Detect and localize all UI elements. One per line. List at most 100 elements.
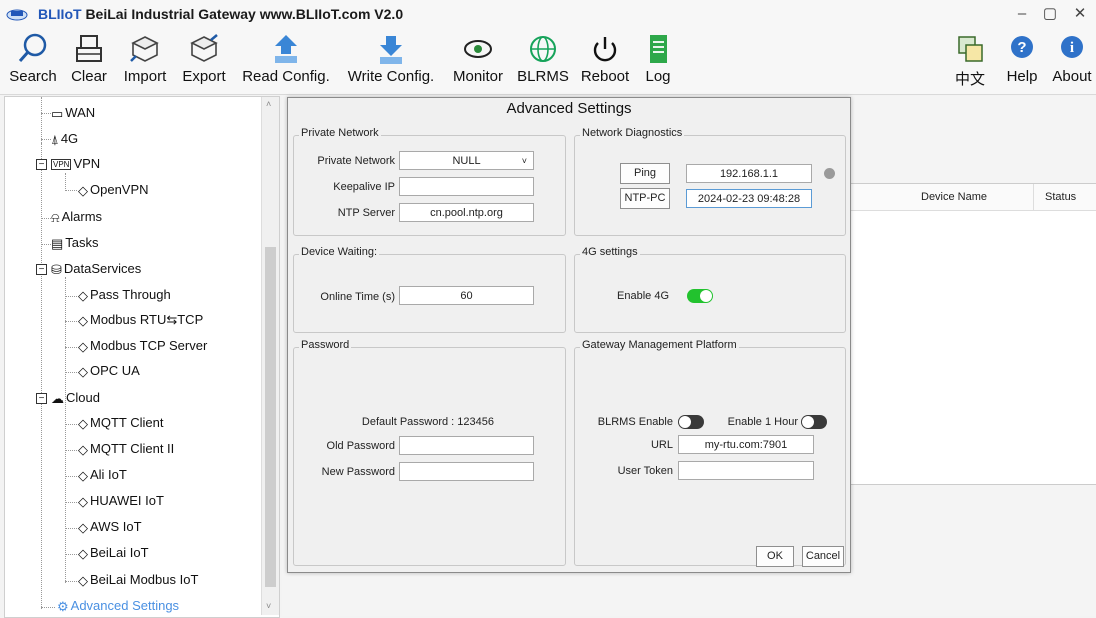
online-time-label: Online Time (s): [320, 291, 395, 303]
monitor-icon: [464, 40, 492, 58]
minimize-icon[interactable]: –: [1012, 4, 1032, 24]
user-token-label: User Token: [617, 465, 673, 477]
monitor-button[interactable]: Monitor: [446, 32, 510, 92]
col-device-name[interactable]: Device Name: [921, 191, 987, 203]
tree-item-opc-ua[interactable]: ◇ OPC UA: [78, 363, 140, 380]
cube-icon: ◇: [78, 312, 88, 328]
info-icon: i: [1061, 36, 1083, 58]
collapse-dataservices-icon[interactable]: −: [36, 264, 47, 275]
new-password-label: New Password: [321, 466, 395, 478]
clear-button[interactable]: Clear: [66, 32, 112, 92]
ping-target-input[interactable]: 192.168.1.1: [686, 164, 812, 183]
tree-item-pass-through[interactable]: ◇ Pass Through: [78, 287, 171, 304]
log-icon: [650, 35, 667, 63]
import-button[interactable]: Import: [118, 32, 172, 92]
write-config-button[interactable]: Write Config.: [340, 32, 442, 92]
old-password-input[interactable]: [399, 436, 534, 455]
collapse-cloud-icon[interactable]: −: [36, 393, 47, 404]
import-label: Import: [123, 68, 167, 85]
tree-label: MQTT Client: [90, 415, 164, 430]
restore-icon[interactable]: ▢: [1040, 4, 1060, 24]
device-waiting-group: Device Waiting: Online Time (s) 60: [293, 246, 566, 333]
search-label: Search: [9, 68, 57, 85]
tree-item-cloud[interactable]: ☁ Cloud: [51, 390, 100, 407]
cancel-button[interactable]: Cancel: [802, 546, 844, 567]
online-time-input[interactable]: 60: [399, 286, 534, 305]
ok-button[interactable]: OK: [756, 546, 794, 567]
tree-item-advanced-settings[interactable]: ⚙ Advanced Settings: [57, 598, 179, 615]
enable-1-hour-label: Enable 1 Hour: [727, 416, 798, 428]
window-title-text: BeiLai Industrial Gateway www.BLIIoT.com…: [85, 6, 404, 22]
reboot-button[interactable]: Reboot: [576, 32, 634, 92]
enable-1-hour-toggle[interactable]: [801, 415, 827, 429]
svg-text:?: ?: [1017, 39, 1026, 56]
cloud-icon: ☁: [51, 390, 64, 406]
export-button[interactable]: Export: [176, 32, 232, 92]
ntp-server-label: NTP Server: [337, 207, 395, 219]
ntp-pc-time-input[interactable]: 2024-02-23 09:48:28: [686, 189, 812, 208]
monitor-label: Monitor: [452, 68, 504, 85]
tree-item-beilai-iot[interactable]: ◇ BeiLai IoT: [78, 545, 149, 562]
blrms-enable-label: BLRMS Enable: [597, 416, 673, 428]
collapse-vpn-icon[interactable]: −: [36, 159, 47, 170]
ping-button[interactable]: Ping: [620, 163, 670, 184]
tree-label: OPC UA: [90, 363, 140, 378]
url-input[interactable]: my-rtu.com:7901: [678, 435, 814, 454]
tree-scrollbar-thumb[interactable]: [265, 247, 276, 587]
tree-label: WAN: [65, 105, 96, 120]
export-icon: [190, 34, 218, 62]
blrms-button[interactable]: BLRMS: [514, 32, 572, 92]
tree-item-4g[interactable]: ⍋ 4G: [51, 131, 78, 148]
tree-item-mqtt-client[interactable]: ◇ MQTT Client: [78, 415, 163, 432]
about-button[interactable]: i About: [1048, 32, 1096, 92]
private-network-value: NULL: [452, 155, 481, 167]
private-network-select[interactable]: NULL ˅: [399, 151, 534, 170]
tree-item-dataservices[interactable]: ⛁ DataServices: [51, 261, 141, 278]
group-title: Network Diagnostics: [580, 127, 685, 139]
private-network-group: Private Network Private Network NULL ˅ Ke…: [293, 127, 566, 236]
password-group: Password Default Password : 123456 Old P…: [293, 339, 566, 566]
help-button[interactable]: ? Help: [1002, 32, 1042, 92]
tree-label: AWS IoT: [90, 519, 142, 534]
tree-item-openvpn[interactable]: ◇ OpenVPN: [78, 182, 149, 199]
tree-item-wan[interactable]: ▭ WAN: [51, 105, 95, 122]
tasks-icon: ▤: [51, 235, 64, 251]
default-password-text: Default Password : 123456: [361, 416, 494, 428]
cube-icon: ◇: [78, 467, 88, 483]
cube-icon: ◇: [78, 287, 88, 303]
tree-item-aws-iot[interactable]: ◇ AWS IoT: [78, 519, 142, 536]
tree-label: HUAWEI IoT: [90, 493, 164, 508]
col-status[interactable]: Status: [1045, 191, 1076, 203]
scroll-up-icon[interactable]: ˄: [266, 99, 271, 109]
clear-icon: [76, 35, 102, 62]
scroll-down-icon[interactable]: ˅: [266, 601, 271, 611]
tree-item-alarms[interactable]: ⍾ Alarms: [51, 209, 102, 226]
write-config-label: Write Config.: [347, 68, 435, 85]
keepalive-ip-input[interactable]: [399, 177, 534, 196]
tree-item-tasks[interactable]: ▤ Tasks: [51, 235, 99, 252]
log-button[interactable]: Log: [638, 32, 678, 92]
ntp-pc-button[interactable]: NTP-PC: [620, 188, 670, 209]
ping-status-indicator: [824, 168, 835, 179]
tree-item-huawei-iot[interactable]: ◇ HUAWEI IoT: [78, 493, 164, 510]
tree-item-mqtt-client-2[interactable]: ◇ MQTT Client II: [78, 441, 174, 458]
ntp-server-input[interactable]: cn.pool.ntp.org: [399, 203, 534, 222]
tree-scrollbar[interactable]: ˄ ˅: [261, 97, 279, 615]
import-icon: [130, 36, 159, 62]
read-config-button[interactable]: Read Config.: [236, 32, 336, 92]
blrms-label: BLRMS: [517, 68, 569, 85]
language-button[interactable]: 中文: [950, 32, 990, 92]
search-button[interactable]: Search: [6, 32, 60, 92]
advanced-settings-dialog: Advanced Settings Private Network Privat…: [287, 97, 851, 573]
user-token-input[interactable]: [678, 461, 814, 480]
tree-item-vpn[interactable]: VPN VPN: [51, 156, 100, 171]
tree-label: DataServices: [63, 261, 142, 276]
tree-item-beilai-modbus-iot[interactable]: ◇ BeiLai Modbus IoT: [78, 572, 198, 589]
close-icon[interactable]: ✕: [1070, 4, 1090, 24]
tree-item-modbus-tcp-server[interactable]: ◇ Modbus TCP Server: [78, 338, 207, 355]
enable-4g-toggle[interactable]: [687, 289, 713, 303]
database-icon: ⛁: [51, 261, 62, 277]
tree-item-modbus-rtu-tcp[interactable]: ◇ Modbus RTU⇆TCP: [78, 312, 203, 329]
tree-item-ali-iot[interactable]: ◇ Ali IoT: [78, 467, 127, 484]
new-password-input[interactable]: [399, 462, 534, 481]
